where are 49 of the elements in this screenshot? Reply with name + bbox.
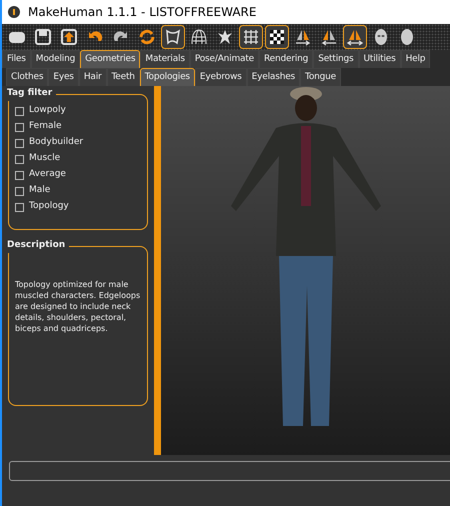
app-icon xyxy=(8,6,20,18)
checkbox-label: Female xyxy=(29,120,62,134)
checkbox[interactable] xyxy=(15,122,24,132)
description-text: Topology optimized for male muscled characters. Edgeloops are designed to include neck details, shoulders, pectoral, biceps and quadriceps. xyxy=(15,279,141,334)
tab[interactable]: Eyes xyxy=(48,68,79,86)
tab[interactable]: Help xyxy=(400,50,430,68)
tab[interactable]: Pose/Animate xyxy=(190,50,260,68)
checkbox-label: Average xyxy=(29,168,66,182)
tab[interactable]: Modeling xyxy=(30,50,80,68)
checkbox-label: Lowpoly xyxy=(29,104,66,118)
export-icon xyxy=(59,27,79,47)
tab[interactable]: Eyebrows xyxy=(194,68,247,86)
checkbox[interactable] xyxy=(15,186,24,196)
tab[interactable]: Hair xyxy=(78,68,106,86)
tab[interactable]: Clothes xyxy=(6,68,48,86)
checkerboard-icon xyxy=(267,27,287,47)
flag-button[interactable] xyxy=(161,25,185,49)
refresh-icon xyxy=(137,27,157,47)
checkbox[interactable] xyxy=(15,106,24,116)
symmetry-both-button[interactable] xyxy=(343,25,367,49)
checkbox[interactable] xyxy=(15,154,24,164)
checkbox-label: Muscle xyxy=(29,152,60,166)
checkbox-label: Male xyxy=(29,184,50,198)
checkbox-label: Topology xyxy=(29,200,69,214)
checkbox[interactable] xyxy=(15,202,24,212)
group-title: Tag filter xyxy=(7,87,56,100)
grid-button[interactable] xyxy=(239,25,263,49)
tab[interactable]: Topologies xyxy=(140,68,195,86)
text-field[interactable] xyxy=(9,461,450,481)
checkbox[interactable] xyxy=(15,170,24,180)
group-title: Description xyxy=(7,239,70,252)
tab[interactable]: Utilities xyxy=(358,50,401,68)
tab[interactable]: Eyelashes xyxy=(246,68,300,86)
tab[interactable]: Materials xyxy=(140,50,190,68)
tab[interactable]: Settings xyxy=(313,50,359,68)
flag-icon xyxy=(163,27,183,47)
tab[interactable]: Files xyxy=(2,50,31,68)
checkbox-label: Bodybuilder xyxy=(29,136,84,150)
tab[interactable]: Tongue xyxy=(300,68,341,86)
window-title: MakeHuman 1.1.1 - LISTOFFREEWARE xyxy=(28,4,256,21)
grid-icon xyxy=(241,27,261,47)
mesh-icon xyxy=(189,27,209,47)
tab[interactable]: Teeth xyxy=(106,68,140,86)
tab[interactable]: Geometries xyxy=(80,50,140,68)
tab[interactable]: Rendering xyxy=(259,50,314,68)
checkerboard-button[interactable] xyxy=(265,25,289,49)
scrollbar[interactable] xyxy=(154,86,161,455)
checkbox[interactable] xyxy=(15,138,24,148)
save-icon xyxy=(33,27,53,47)
